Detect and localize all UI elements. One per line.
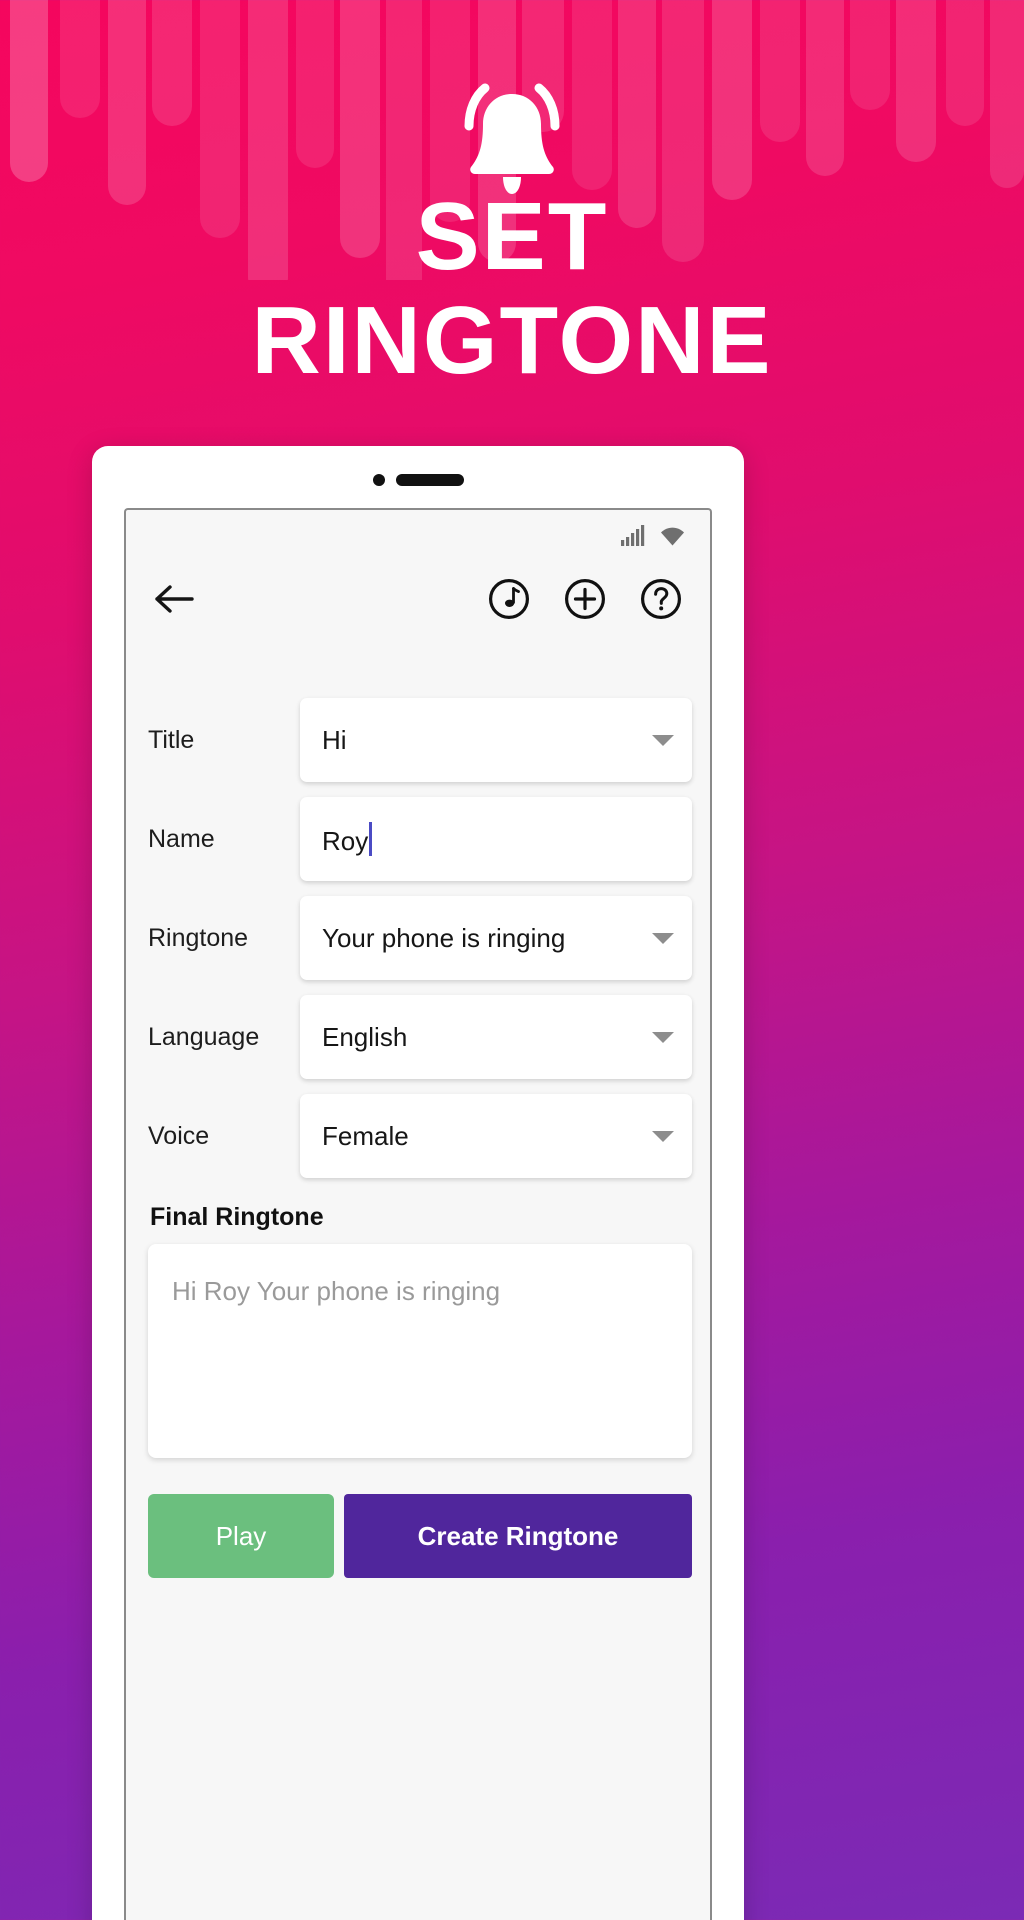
ringtone-form: Title Hi Name Roy Ringtone Your phone is… xyxy=(126,642,710,1178)
ringtone-select[interactable]: Your phone is ringing xyxy=(300,896,692,980)
action-button-row: Play Create Ringtone xyxy=(126,1458,710,1578)
status-bar xyxy=(126,510,710,556)
final-ringtone-label: Final Ringtone xyxy=(150,1203,324,1231)
final-ringtone-textarea[interactable]: Hi Roy Your phone is ringing xyxy=(148,1244,692,1458)
form-row-ringtone: Ringtone Your phone is ringing xyxy=(126,896,710,980)
chevron-down-icon xyxy=(652,932,674,944)
language-value: English xyxy=(322,1021,408,1052)
bell-icon xyxy=(464,83,560,194)
wifi-icon xyxy=(661,527,684,545)
label-name: Name xyxy=(148,824,215,853)
name-value: Roy xyxy=(322,821,674,857)
label-title: Title xyxy=(148,725,195,754)
phone-screen: Title Hi Name Roy Ringtone Your phone is… xyxy=(124,508,712,1920)
help-button[interactable] xyxy=(640,578,682,620)
title-value: Hi xyxy=(322,724,347,755)
create-ringtone-button[interactable]: Create Ringtone xyxy=(344,1494,692,1578)
voice-value: Female xyxy=(322,1120,409,1151)
voice-select[interactable]: Female xyxy=(300,1094,692,1178)
chevron-down-icon xyxy=(652,734,674,746)
speaker-grille-icon xyxy=(395,474,464,486)
label-language: Language xyxy=(148,1022,260,1051)
form-row-language: Language English xyxy=(126,995,710,1079)
back-button[interactable] xyxy=(152,582,196,616)
page-title: SET RINGTONE xyxy=(0,185,1024,392)
chevron-down-icon xyxy=(652,1031,674,1043)
phone-mockup: Title Hi Name Roy Ringtone Your phone is… xyxy=(92,446,744,1920)
title-select[interactable]: Hi xyxy=(300,698,692,782)
camera-dot-icon xyxy=(372,474,385,486)
back-arrow-icon xyxy=(155,585,194,613)
chevron-down-icon xyxy=(652,1130,674,1142)
bell-icon-container xyxy=(0,78,1024,196)
text-caret xyxy=(369,821,373,856)
name-input[interactable]: Roy xyxy=(300,797,692,881)
question-mark-circle-icon xyxy=(641,579,681,619)
plus-circle-icon xyxy=(565,579,605,619)
music-note-circle-icon xyxy=(489,579,529,619)
cellular-signal-icon xyxy=(621,525,645,546)
form-row-voice: Voice Female xyxy=(126,1094,710,1178)
play-button[interactable]: Play xyxy=(148,1494,334,1578)
phone-notch xyxy=(92,474,744,486)
add-button[interactable] xyxy=(564,578,606,620)
music-note-button[interactable] xyxy=(488,578,530,620)
label-voice: Voice xyxy=(148,1121,210,1150)
title-line-1: SET xyxy=(415,183,609,290)
label-ringtone: Ringtone xyxy=(148,923,249,952)
form-row-name: Name Roy xyxy=(126,797,710,881)
language-select[interactable]: English xyxy=(300,995,692,1079)
ringtone-value: Your phone is ringing xyxy=(322,922,566,953)
form-row-title: Title Hi xyxy=(126,698,710,782)
app-toolbar xyxy=(126,556,710,642)
title-line-2: RINGTONE xyxy=(251,286,773,394)
